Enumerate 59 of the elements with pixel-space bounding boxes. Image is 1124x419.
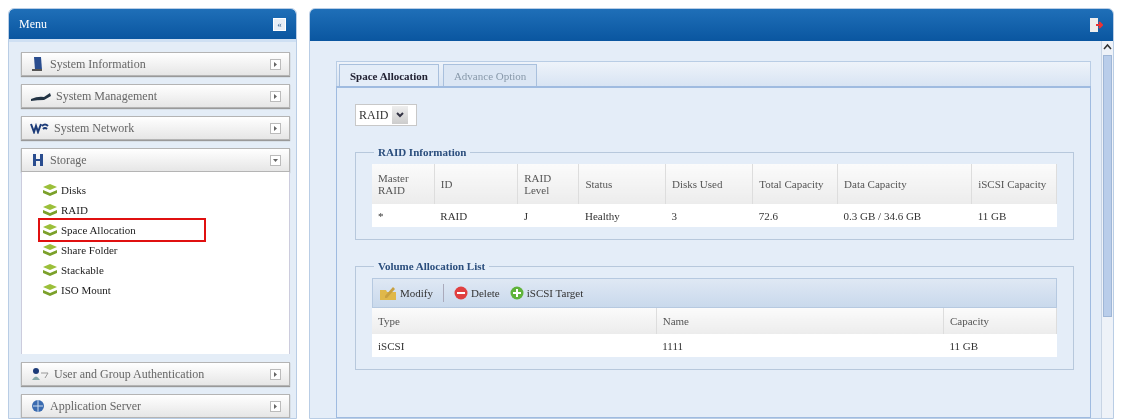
plus-circle-icon bbox=[509, 286, 524, 300]
layers-icon bbox=[42, 283, 58, 297]
column-header: Disks Used bbox=[665, 164, 753, 204]
column-header: ID bbox=[434, 164, 518, 204]
folder-pencil-icon bbox=[379, 285, 397, 301]
menu-section[interactable]: Application Server bbox=[21, 394, 290, 418]
table-cell: Healthy bbox=[578, 204, 666, 227]
menu-section[interactable]: System Management bbox=[21, 84, 290, 108]
submenu-item[interactable]: Disks bbox=[40, 180, 204, 200]
submenu-item[interactable]: Space Allocation bbox=[40, 220, 204, 240]
group-title: Volume Allocation List bbox=[377, 260, 487, 272]
column-header: Name bbox=[656, 308, 944, 334]
menu-section[interactable]: User and Group Authentication bbox=[21, 362, 290, 386]
menu-section[interactable]: System Information bbox=[21, 52, 290, 76]
modify-button[interactable]: Modify bbox=[379, 285, 433, 301]
table-cell: 72.6 bbox=[752, 204, 838, 227]
layers-icon bbox=[42, 223, 58, 237]
submenu-item[interactable]: ISO Mount bbox=[40, 280, 204, 300]
table-cell: J bbox=[517, 204, 579, 227]
raid-dropdown[interactable]: RAID bbox=[355, 104, 417, 126]
table-cell: 1111 bbox=[656, 334, 944, 357]
minus-circle-icon bbox=[454, 286, 468, 300]
caret-icon bbox=[396, 112, 405, 118]
column-header: Status bbox=[578, 164, 666, 204]
submenu-item[interactable]: Stackable bbox=[40, 260, 204, 280]
column-header: Type bbox=[372, 308, 657, 334]
collapse-button[interactable]: « bbox=[273, 17, 286, 31]
scrollbar[interactable] bbox=[1101, 41, 1113, 418]
table-cell: RAID bbox=[434, 204, 518, 227]
add-button[interactable]: iSCSI Target bbox=[509, 286, 584, 300]
layers-icon bbox=[42, 183, 58, 197]
delete-button[interactable]: Delete bbox=[454, 286, 500, 300]
exit-icon[interactable] bbox=[1089, 17, 1103, 33]
network-icon bbox=[30, 122, 50, 134]
group-title: RAID Information bbox=[377, 146, 468, 158]
menu-section[interactable]: System Network bbox=[21, 116, 290, 140]
layers-icon bbox=[42, 203, 58, 217]
layers-icon bbox=[42, 243, 58, 257]
column-header: iSCSI Capacity bbox=[971, 164, 1057, 204]
globe-icon bbox=[30, 399, 46, 413]
table-cell: iSCSI bbox=[372, 334, 657, 357]
table-cell: 11 GB bbox=[971, 204, 1057, 227]
column-header: RAID Level bbox=[517, 164, 579, 204]
tab[interactable]: Space Allocation bbox=[339, 64, 439, 86]
storage-icon bbox=[30, 152, 46, 168]
layers-icon bbox=[42, 263, 58, 277]
submenu-item[interactable]: RAID bbox=[40, 200, 204, 220]
column-header: Total Capacity bbox=[752, 164, 838, 204]
column-header: Master RAID bbox=[372, 164, 435, 204]
column-header: Capacity bbox=[943, 308, 1057, 334]
submenu-item[interactable]: Share Folder bbox=[40, 240, 204, 260]
column-header: Data Capacity bbox=[837, 164, 972, 204]
table-cell: 0.3 GB / 34.6 GB bbox=[837, 204, 972, 227]
table-cell: 11 GB bbox=[943, 334, 1057, 357]
scroll-thumb[interactable] bbox=[1103, 55, 1112, 317]
menu-section[interactable]: Storage bbox=[21, 148, 290, 172]
table-cell: 3 bbox=[665, 204, 753, 227]
menu-title: Menu bbox=[19, 16, 47, 32]
table-cell: * bbox=[372, 204, 435, 227]
